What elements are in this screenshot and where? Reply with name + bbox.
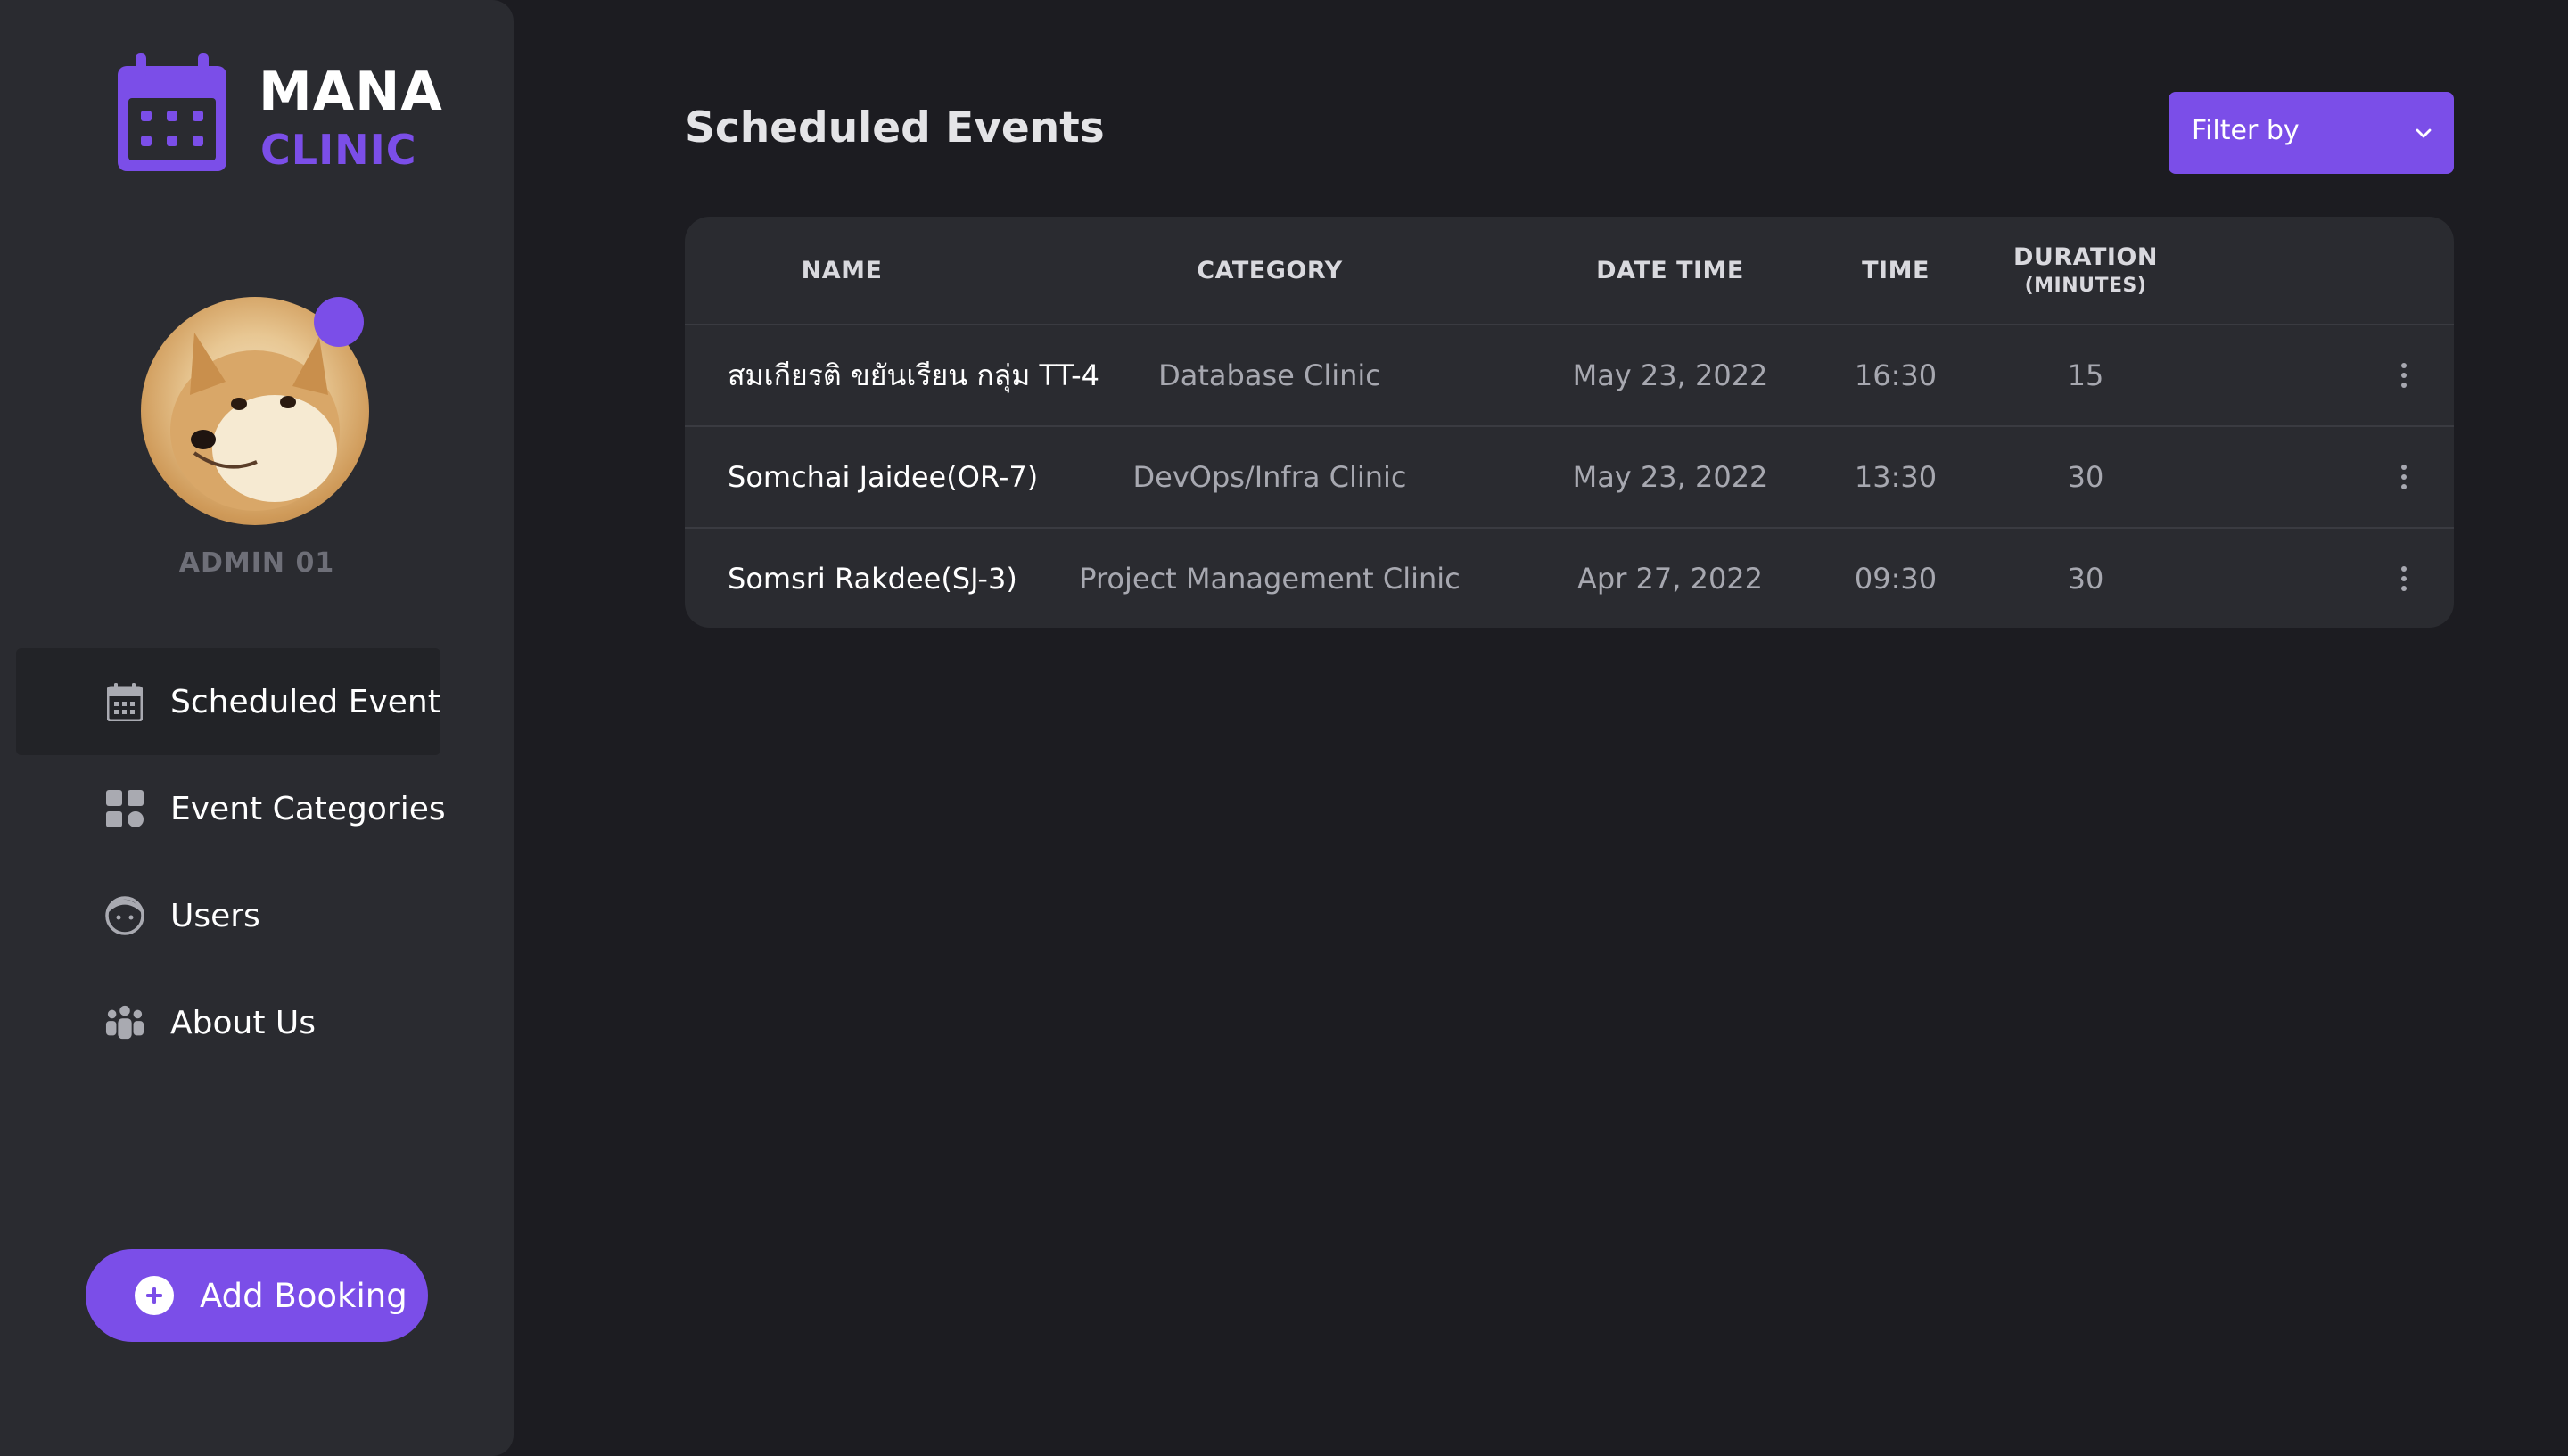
events-table: NAME CATEGORY DATE TIME TIME DURATION (M… [685, 217, 2454, 628]
profile-avatar-wrap[interactable] [141, 297, 373, 529]
add-booking-label: Add Booking [200, 1276, 407, 1315]
column-header-unit: (MINUTES) [2024, 275, 2147, 297]
cell-time: 13:30 [1854, 460, 1938, 494]
chevron-down-icon [2416, 128, 2432, 138]
column-header-time[interactable]: TIME [1799, 217, 1992, 324]
cell-date: May 23, 2022 [1572, 358, 1768, 392]
grid-icon [105, 789, 144, 828]
cell-date: Apr 27, 2022 [1576, 562, 1764, 596]
more-options-icon[interactable] [2386, 561, 2422, 596]
more-options-icon[interactable] [2386, 459, 2422, 495]
cell-category: Database Clinic [1158, 358, 1381, 392]
sidebar-item-users[interactable]: Users [16, 862, 440, 969]
filter-label: Filter by [2192, 115, 2300, 146]
column-header-label: DATE TIME [1596, 256, 1744, 284]
column-header-label: NAME [801, 256, 883, 284]
brand-logo[interactable]: MANA CLINIC [118, 53, 442, 178]
column-header-label: TIME [1862, 256, 1930, 284]
sidebar-item-label: Users [170, 897, 260, 934]
table-row[interactable]: Somchai Jaidee(OR-7) DevOps/Infra Clinic… [685, 427, 2454, 529]
column-header-category[interactable]: CATEGORY [999, 217, 1541, 324]
cell-duration: 30 [2067, 460, 2104, 494]
add-booking-button[interactable]: Add Booking [86, 1249, 428, 1342]
sidebar-item-label: About Us [170, 1004, 316, 1041]
cell-category: DevOps/Infra Clinic [1132, 460, 1407, 494]
cell-date: May 23, 2022 [1572, 460, 1768, 494]
sidebar-item-about-us[interactable]: About Us [16, 969, 440, 1076]
sidebar-item-scheduled-event[interactable]: Scheduled Event [16, 648, 440, 755]
sidebar-item-event-categories[interactable]: Event Categories [16, 755, 446, 862]
brand-name: MANA [259, 61, 443, 123]
cell-category: Project Management Clinic [1079, 562, 1461, 596]
table-header: NAME CATEGORY DATE TIME TIME DURATION (M… [685, 217, 2454, 325]
sidebar-item-label: Scheduled Event [170, 683, 440, 720]
column-header-duration[interactable]: DURATION (MINUTES) [1992, 217, 2179, 324]
more-options-icon[interactable] [2386, 358, 2422, 393]
filter-dropdown[interactable]: Filter by [2169, 92, 2454, 174]
column-header-name[interactable]: NAME [685, 217, 999, 324]
group-icon [105, 1003, 144, 1042]
plus-circle-icon [135, 1276, 174, 1315]
user-face-icon [105, 896, 144, 935]
calendar-icon [105, 682, 144, 721]
column-header-datetime[interactable]: DATE TIME [1541, 217, 1799, 324]
column-header-label: CATEGORY [1197, 256, 1343, 284]
sidebar-item-label: Event Categories [170, 790, 446, 827]
calendar-icon [118, 53, 226, 171]
column-header-label: DURATION [2013, 243, 2158, 271]
cell-time: 16:30 [1854, 358, 1938, 392]
table-row[interactable]: Somsri Rakdee(SJ-3) Project Management C… [685, 529, 2454, 628]
cell-duration: 30 [2067, 562, 2104, 596]
app-window: MANA CLINIC ADMIN 01 Scheduled Event Eve… [0, 0, 2568, 1456]
cell-time: 09:30 [1854, 562, 1938, 596]
page-title: Scheduled Events [685, 103, 1105, 152]
status-badge [314, 297, 364, 347]
sidebar: MANA CLINIC ADMIN 01 Scheduled Event Eve… [0, 0, 514, 1456]
table-row[interactable]: สมเกียรติ ขยันเรียน กลุ่ม TT-4 Database … [685, 325, 2454, 427]
profile-name: ADMIN 01 [178, 547, 335, 579]
brand-subtitle: CLINIC [260, 126, 417, 174]
cell-duration: 15 [2067, 358, 2104, 392]
sidebar-nav: Scheduled Event Event Categories Users A… [16, 648, 446, 1076]
